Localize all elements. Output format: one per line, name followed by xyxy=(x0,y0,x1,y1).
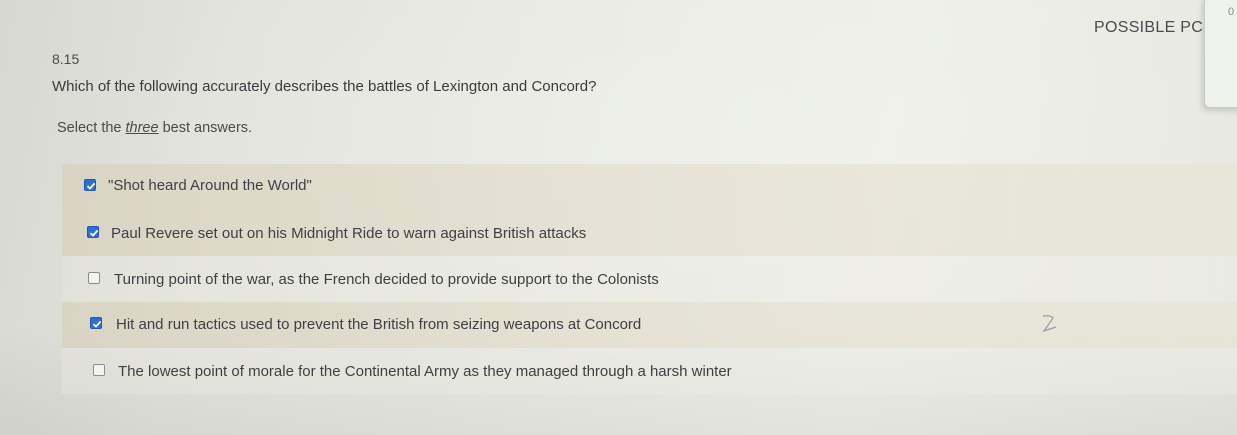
answer-option-2[interactable]: Paul Revere set out on his Midnight Ride… xyxy=(62,210,1237,256)
answer-option-3[interactable]: Turning point of the war, as the French … xyxy=(62,256,1237,302)
answer-option-label: "Shot heard Around the World" xyxy=(108,177,312,194)
answer-option-label: The lowest point of morale for the Conti… xyxy=(118,363,732,380)
answer-option-label: Hit and run tactics used to prevent the … xyxy=(116,316,642,333)
possible-points-label: POSSIBLE PC xyxy=(1094,19,1204,36)
points-panel-mark: 0 xyxy=(1228,6,1235,18)
instructions-prefix: Select the xyxy=(57,120,126,136)
pen-scribble-mark xyxy=(1042,315,1057,333)
question-text: Which of the following accurately descri… xyxy=(52,78,597,95)
instructions-suffix: best answers. xyxy=(158,120,253,136)
answer-option-5[interactable]: The lowest point of morale for the Conti… xyxy=(62,348,1237,394)
answer-options: "Shot heard Around the World" Paul Rever… xyxy=(62,164,1237,394)
instructions-emphasis: three xyxy=(125,120,159,136)
checkbox-empty-icon[interactable] xyxy=(88,272,100,284)
question-instructions: Select the three best answers. xyxy=(57,120,252,136)
checkbox-checked-icon[interactable] xyxy=(87,226,99,238)
answer-option-label: Turning point of the war, as the French … xyxy=(114,271,659,288)
answer-option-label: Paul Revere set out on his Midnight Ride… xyxy=(111,225,587,242)
answer-option-1[interactable]: "Shot heard Around the World" xyxy=(62,164,1237,210)
checkbox-empty-icon[interactable] xyxy=(93,364,105,376)
checkbox-checked-icon[interactable] xyxy=(84,179,96,191)
question-number: 8.15 xyxy=(52,51,80,67)
checkbox-checked-icon[interactable] xyxy=(90,317,102,329)
